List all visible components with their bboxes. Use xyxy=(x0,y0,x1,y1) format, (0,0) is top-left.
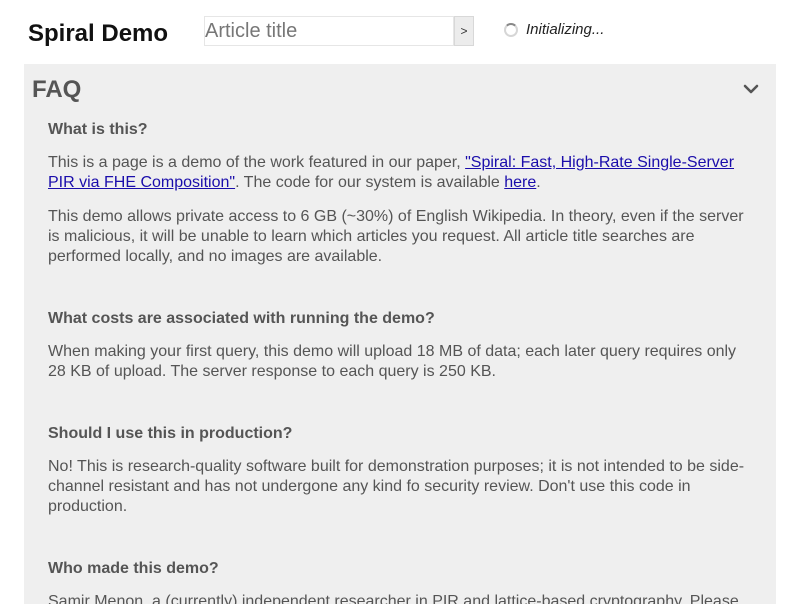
faq-answer-paragraph: When making your first query, this demo … xyxy=(48,343,737,380)
faq-answer-paragraph: No! This is research-quality software bu… xyxy=(48,458,745,515)
answer-text: . xyxy=(536,174,541,191)
faq-panel: FAQ What is this? This is a page is a de… xyxy=(24,64,776,604)
search-bar: > xyxy=(204,16,474,46)
faq-header[interactable]: FAQ xyxy=(32,74,768,106)
loading-spinner-icon xyxy=(504,22,518,37)
top-bar: Spiral Demo > Initializing... xyxy=(0,0,800,64)
faq-body: What is this? This is a page is a demo o… xyxy=(48,120,748,604)
faq-question: Should I use this in production? xyxy=(48,425,293,442)
faq-question: What is this? xyxy=(48,121,148,138)
status-text: Initializing... xyxy=(526,21,605,38)
search-submit-button[interactable]: > xyxy=(454,16,474,46)
app-title: Spiral Demo xyxy=(28,20,169,47)
answer-text: This is a page is a demo of the work fea… xyxy=(48,154,466,171)
faq-title: FAQ xyxy=(32,76,82,103)
article-title-input[interactable] xyxy=(204,16,454,46)
chevron-down-icon[interactable] xyxy=(742,80,760,98)
faq-answer-paragraph: Samir Menon, a (currently) independent r… xyxy=(48,593,739,604)
faq-answer-paragraph: This demo allows private access to 6 GB … xyxy=(48,208,744,265)
status-indicator: Initializing... xyxy=(504,21,604,38)
faq-question: Who made this demo? xyxy=(48,560,219,577)
answer-text: . The code for our system is available xyxy=(235,174,505,191)
faq-question: What costs are associated with running t… xyxy=(48,310,435,327)
code-link[interactable]: here xyxy=(504,174,536,191)
faq-answer-paragraph: This is a page is a demo of the work fea… xyxy=(48,153,748,193)
